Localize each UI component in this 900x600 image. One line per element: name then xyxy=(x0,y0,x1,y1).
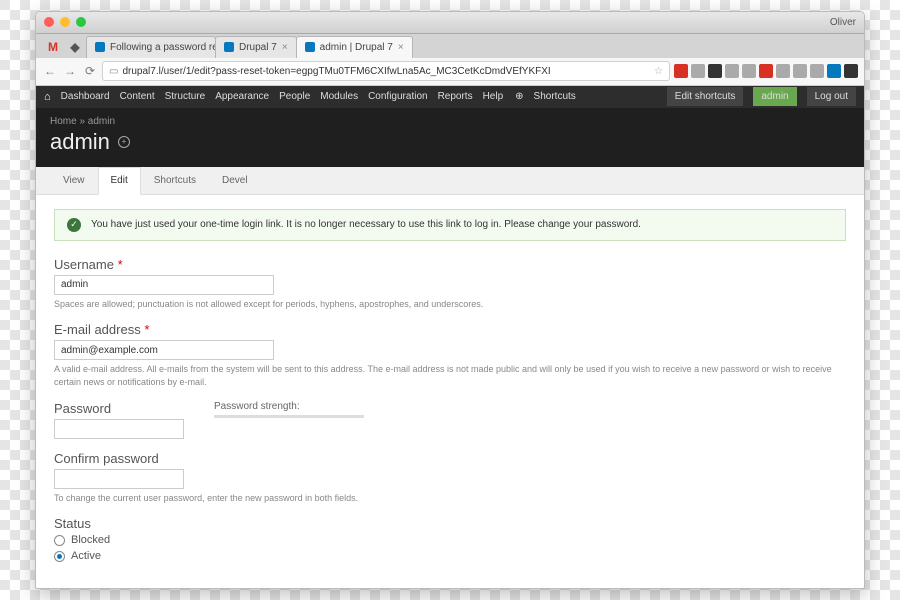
ext-icon[interactable] xyxy=(827,64,841,78)
menu-modules[interactable]: Modules xyxy=(320,91,358,102)
add-shortcut-icon[interactable]: + xyxy=(118,136,130,148)
ext-icon[interactable] xyxy=(691,64,705,78)
browser-tab[interactable]: Following a password res × xyxy=(86,36,216,58)
content: ✓ You have just used your one-time login… xyxy=(36,195,864,588)
ext-icon[interactable] xyxy=(810,64,824,78)
shortcuts-icon: ⊕ xyxy=(515,91,523,102)
forward-icon[interactable]: → xyxy=(62,63,78,79)
check-icon: ✓ xyxy=(67,218,81,232)
tab-strip: M ◆ Following a password res × Drupal 7 … xyxy=(36,34,864,58)
page-header: Home » admin admin + xyxy=(36,108,864,167)
password-field-wrapper: Password Password strength: xyxy=(54,401,846,439)
menu-shortcuts[interactable]: Shortcuts xyxy=(534,91,576,102)
password-strength-label: Password strength: xyxy=(214,401,364,412)
menu-structure[interactable]: Structure xyxy=(165,91,206,102)
tab-edit[interactable]: Edit xyxy=(98,167,141,195)
ext-icon[interactable] xyxy=(725,64,739,78)
back-icon[interactable]: ← xyxy=(42,63,58,79)
close-icon[interactable] xyxy=(44,17,54,27)
admin-toolbar: ⌂ Dashboard Content Structure Appearance… xyxy=(36,86,864,108)
username-field-wrapper: Username * Spaces are allowed; punctuati… xyxy=(54,257,846,311)
ext-icon[interactable] xyxy=(742,64,756,78)
status-label: Status xyxy=(54,516,846,531)
username-label: Username * xyxy=(54,257,846,272)
tab-view[interactable]: View xyxy=(50,167,98,194)
admin-user-button[interactable]: admin xyxy=(753,87,796,106)
confirm-password-input[interactable] xyxy=(54,469,184,489)
status-field-wrapper: Status Blocked Active xyxy=(54,516,846,562)
reload-icon[interactable]: ⟳ xyxy=(82,63,98,79)
ext-icon[interactable] xyxy=(708,64,722,78)
ext-icon[interactable] xyxy=(793,64,807,78)
browser-tab[interactable]: admin | Drupal 7 × xyxy=(296,36,413,58)
local-tabs: View Edit Shortcuts Devel xyxy=(36,167,864,195)
drupal-icon xyxy=(305,42,315,52)
tab-label: admin | Drupal 7 xyxy=(320,42,393,53)
tab-label: Following a password res xyxy=(110,42,216,53)
password-strength-bar xyxy=(214,415,364,418)
home-icon[interactable]: ⌂ xyxy=(44,91,51,103)
maximize-icon[interactable] xyxy=(76,17,86,27)
edit-shortcuts-button[interactable]: Edit shortcuts xyxy=(667,87,744,106)
tab-devel[interactable]: Devel xyxy=(209,167,261,194)
url: drupal7.l/user/1/edit?pass-reset-token=e… xyxy=(122,66,550,77)
confirm-desc: To change the current user password, ent… xyxy=(54,492,846,505)
drupal-icon xyxy=(224,42,234,52)
menu-dashboard[interactable]: Dashboard xyxy=(61,91,110,102)
drupal-icon xyxy=(95,42,105,52)
menu-help[interactable]: Help xyxy=(483,91,504,102)
menu-appearance[interactable]: Appearance xyxy=(215,91,269,102)
ext-icon[interactable] xyxy=(759,64,773,78)
browser-window: Oliver M ◆ Following a password res × Dr… xyxy=(35,11,865,589)
menu-configuration[interactable]: Configuration xyxy=(368,91,427,102)
username-input[interactable] xyxy=(54,275,274,295)
app-icon[interactable]: ◆ xyxy=(64,36,86,58)
star-icon[interactable]: ☆ xyxy=(654,66,663,77)
radio-icon xyxy=(54,551,65,562)
browser-tab[interactable]: Drupal 7 × xyxy=(215,36,297,58)
menu-icon[interactable] xyxy=(844,64,858,78)
email-field-wrapper: E-mail address * A valid e-mail address.… xyxy=(54,322,846,388)
page-icon: ▭ xyxy=(109,66,118,77)
email-label: E-mail address * xyxy=(54,322,846,337)
radio-icon xyxy=(54,535,65,546)
address-row: ← → ⟳ ▭ drupal7.l/user/1/edit?pass-reset… xyxy=(36,58,864,86)
status-active-option[interactable]: Active xyxy=(54,550,846,562)
ext-icon[interactable] xyxy=(674,64,688,78)
status-message: ✓ You have just used your one-time login… xyxy=(54,209,846,241)
titlebar: Oliver xyxy=(36,12,864,34)
menu-reports[interactable]: Reports xyxy=(438,91,473,102)
password-label: Password xyxy=(54,401,184,416)
message-text: You have just used your one-time login l… xyxy=(91,219,641,230)
minimize-icon[interactable] xyxy=(60,17,70,27)
breadcrumb: Home » admin xyxy=(50,116,850,127)
logout-button[interactable]: Log out xyxy=(807,87,856,106)
close-icon[interactable]: × xyxy=(398,42,404,53)
ext-icon[interactable] xyxy=(776,64,790,78)
menu-people[interactable]: People xyxy=(279,91,310,102)
tab-label: Drupal 7 xyxy=(239,42,277,53)
gmail-icon[interactable]: M xyxy=(42,36,64,58)
password-input[interactable] xyxy=(54,419,184,439)
traffic-lights xyxy=(44,17,86,27)
page-title: admin + xyxy=(50,129,850,155)
email-desc: A valid e-mail address. All e-mails from… xyxy=(54,363,846,388)
profile-name: Oliver xyxy=(830,17,856,28)
status-blocked-option[interactable]: Blocked xyxy=(54,534,846,546)
address-bar[interactable]: ▭ drupal7.l/user/1/edit?pass-reset-token… xyxy=(102,61,670,81)
email-input[interactable] xyxy=(54,340,274,360)
menu-content[interactable]: Content xyxy=(120,91,155,102)
confirm-password-wrapper: Confirm password To change the current u… xyxy=(54,451,846,505)
extension-tray xyxy=(674,64,858,78)
username-desc: Spaces are allowed; punctuation is not a… xyxy=(54,298,846,311)
tab-shortcuts[interactable]: Shortcuts xyxy=(141,167,209,194)
close-icon[interactable]: × xyxy=(282,42,288,53)
confirm-password-label: Confirm password xyxy=(54,451,846,466)
